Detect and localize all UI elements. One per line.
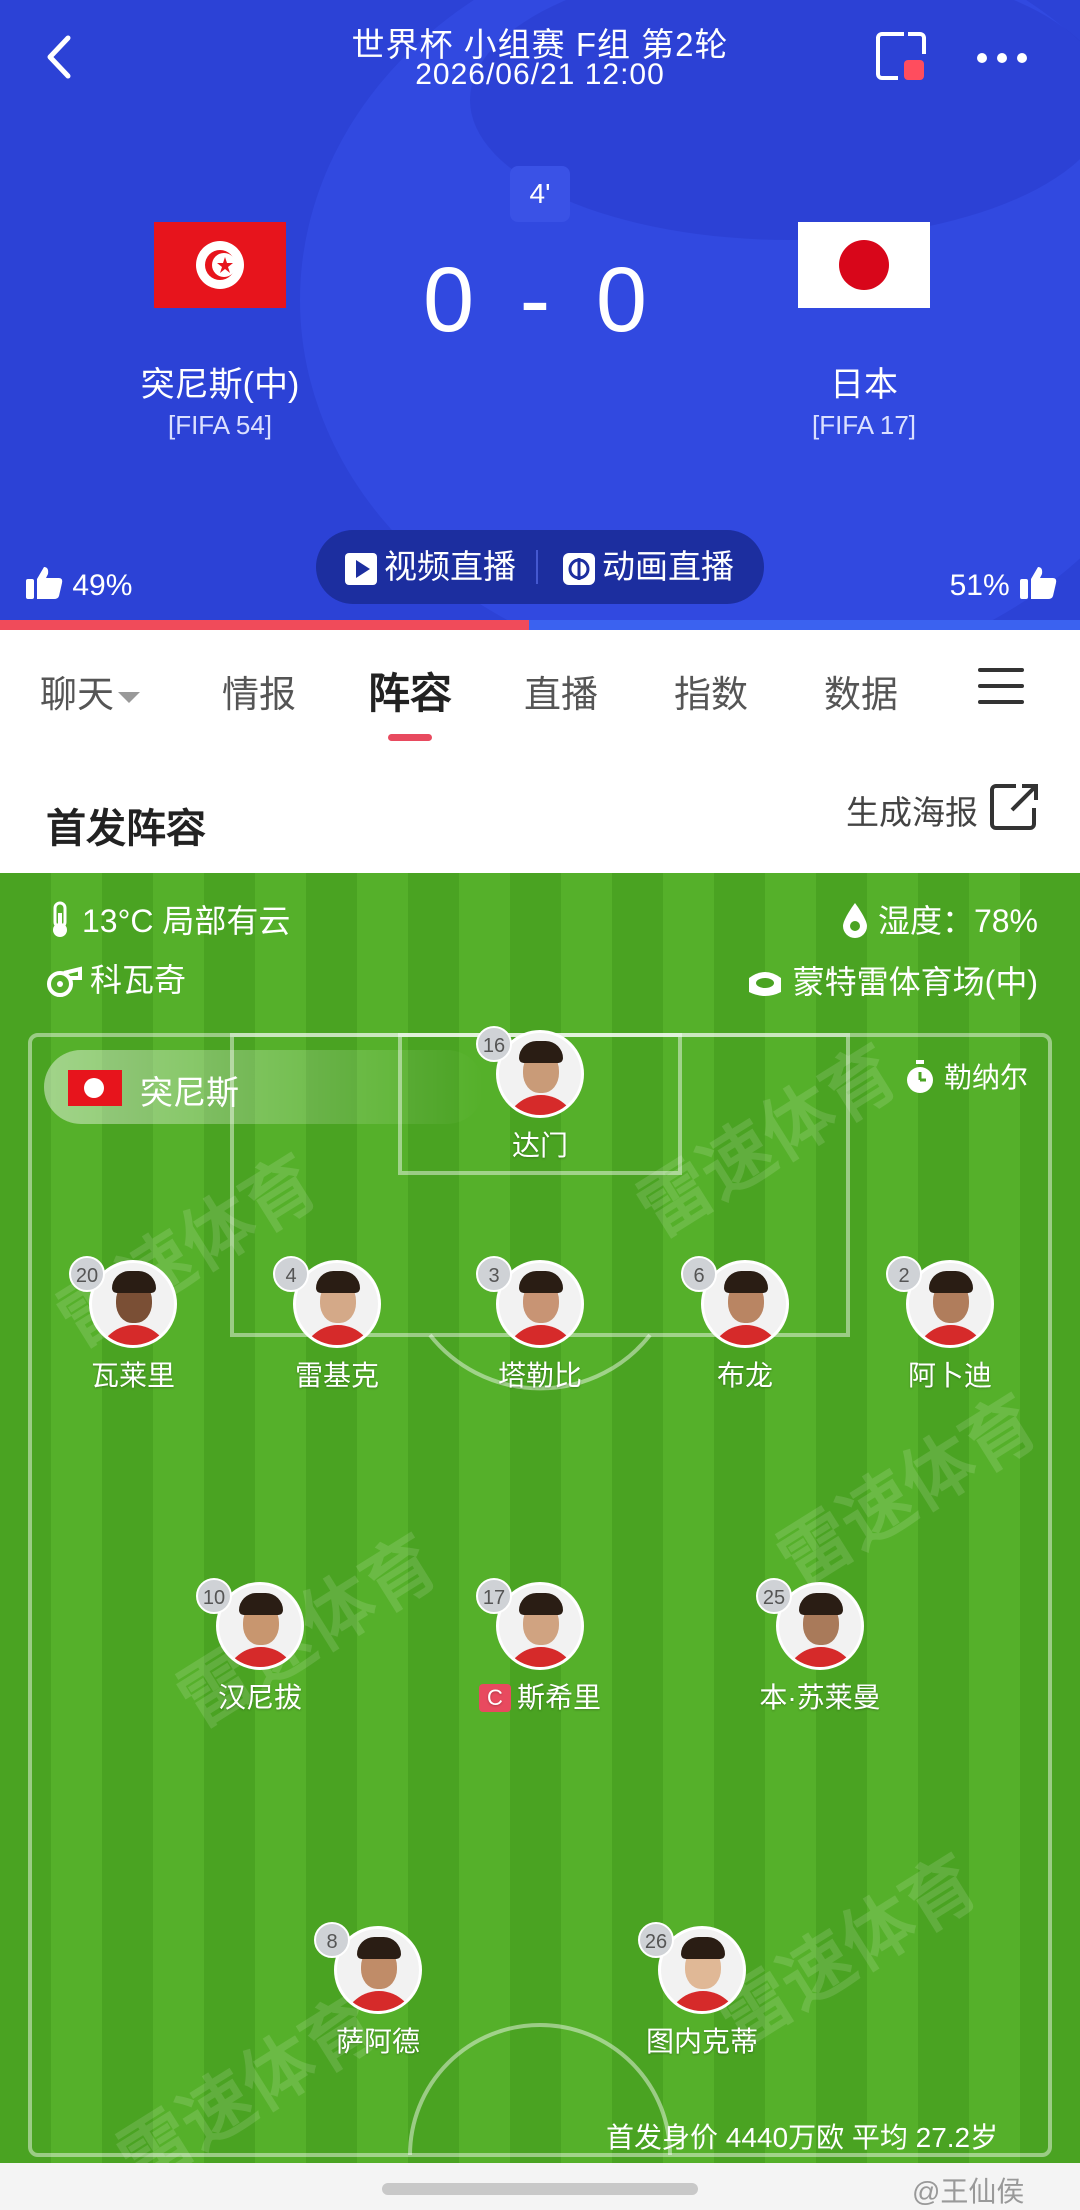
player-name: 汉尼拔 xyxy=(217,1682,302,1713)
player-name: 布龙 xyxy=(716,1360,773,1391)
tab-intel[interactable]: 情报 xyxy=(222,664,296,718)
match-minute: 4' xyxy=(510,166,570,222)
play-icon xyxy=(345,553,377,586)
player-card[interactable]: 10 汉尼拔 xyxy=(160,1578,360,1713)
player-number: 2 xyxy=(886,1256,922,1292)
tab-lineup[interactable]: 阵容 xyxy=(368,660,452,721)
player-name-text: 斯希里 xyxy=(516,1682,601,1713)
stadium-icon xyxy=(748,972,781,996)
away-team-rank: [FIFA 17] xyxy=(811,410,917,440)
away-team-name[interactable]: 日本 xyxy=(714,357,1014,406)
tab-chat[interactable]: 聊天 xyxy=(40,664,140,718)
player-card[interactable]: 16 达门 xyxy=(440,1026,640,1161)
video-live-label: 视频直播 xyxy=(384,548,516,585)
player-number: 4 xyxy=(273,1256,309,1292)
home-vote-percent: 49% xyxy=(72,569,133,602)
generate-poster-button[interactable]: 生成海报 xyxy=(846,786,978,834)
home-vote-bar xyxy=(0,620,530,630)
player-name: 雷基克 xyxy=(294,1360,379,1391)
menu-icon[interactable] xyxy=(978,666,1024,706)
player-number: 26 xyxy=(638,1922,674,1958)
player-card[interactable]: 25 本·苏莱曼 xyxy=(720,1578,920,1713)
venue: 蒙特雷体育场(中) xyxy=(745,957,1038,1003)
video-live-button[interactable]: 视频直播 xyxy=(344,530,516,604)
team-chip-name: 突尼斯 xyxy=(140,1074,239,1111)
player-name: 塔勒比 xyxy=(497,1360,582,1391)
humidity: 湿度：78% xyxy=(840,896,1038,942)
player-name: 本·苏莱曼 xyxy=(759,1682,881,1713)
active-tab-indicator xyxy=(388,734,432,741)
screen-record-icon[interactable] xyxy=(874,30,928,84)
match-header: 世界杯 小组赛 F组 第2轮 2026/06/21 12:00 4' 0 - 0… xyxy=(0,0,1080,620)
weibo-watermark: @王仙侯 xyxy=(912,2176,1025,2207)
home-indicator[interactable] xyxy=(382,2183,698,2195)
more-icon[interactable] xyxy=(976,52,1028,64)
water-drop-icon xyxy=(842,903,867,938)
referee: 科瓦奇 xyxy=(46,955,186,1001)
team-flag xyxy=(68,1070,122,1106)
player-number: 3 xyxy=(476,1256,512,1292)
temperature: 13°C 局部有云 xyxy=(46,896,290,942)
player-card[interactable]: 8 萨阿德 xyxy=(278,1922,478,2057)
temperature-text: 13°C 局部有云 xyxy=(82,903,291,939)
home-team-name[interactable]: 突尼斯(中) xyxy=(70,357,370,406)
score: 0 - 0 xyxy=(422,249,658,351)
thermometer-icon xyxy=(53,901,67,937)
tab-label: 聊天 xyxy=(40,674,114,715)
tab-bar: 聊天 情报 阵容 直播 指数 数据 xyxy=(0,630,1080,746)
whistle-icon xyxy=(47,966,82,997)
live-options: 视频直播 动画直播 xyxy=(316,530,764,604)
divider xyxy=(536,550,538,584)
referee-name: 科瓦奇 xyxy=(90,962,187,998)
lineup-summary: 首发身价 4440万欧 平均 27.2岁 xyxy=(606,2122,999,2153)
home-team-rank: [FIFA 54] xyxy=(167,410,273,440)
venue-name: 蒙特雷体育场(中) xyxy=(792,964,1038,1000)
player-name: 达门 xyxy=(511,1130,568,1161)
player-number: 17 xyxy=(476,1578,512,1614)
player-number: 20 xyxy=(69,1256,105,1292)
player-name: 瓦莱里 xyxy=(90,1360,175,1391)
section-title: 首发阵容 xyxy=(46,807,206,851)
player-number: 25 xyxy=(756,1578,792,1614)
away-vote[interactable]: 51% xyxy=(950,565,1058,603)
captain-badge: C xyxy=(478,1684,511,1712)
tab-odds[interactable]: 指数 xyxy=(674,664,748,718)
player-card[interactable]: 4 雷基克 xyxy=(237,1256,437,1391)
player-name: 图内克蒂 xyxy=(645,2026,758,2057)
player-number: 16 xyxy=(476,1026,512,1062)
thumbs-up-icon xyxy=(1020,567,1057,599)
vote-ratio-bar xyxy=(0,620,1080,630)
team-chip: 突尼斯 xyxy=(44,1050,484,1124)
player-card[interactable]: 3 塔勒比 xyxy=(440,1256,640,1391)
player-card[interactable]: 20 瓦莱里 xyxy=(33,1256,233,1391)
tab-live[interactable]: 直播 xyxy=(524,664,598,718)
player-number: 6 xyxy=(681,1256,717,1292)
player-card[interactable]: 17 C 斯希里 xyxy=(440,1578,640,1713)
chevron-down-icon xyxy=(118,691,140,703)
animation-live-button[interactable]: 动画直播 xyxy=(562,530,734,604)
player-card[interactable]: 6 布龙 xyxy=(645,1256,845,1391)
player-number: 8 xyxy=(314,1922,350,1958)
thumbs-up-icon xyxy=(26,567,63,599)
player-number: 10 xyxy=(196,1578,232,1614)
coach-name: 勒纳尔 xyxy=(944,1062,1029,1093)
animation-icon xyxy=(563,553,595,586)
player-card[interactable]: 2 阿卜迪 xyxy=(850,1256,1050,1391)
player-name: C 斯希里 xyxy=(440,1676,640,1716)
away-vote-percent: 51% xyxy=(949,569,1010,602)
player-name: 阿卜迪 xyxy=(907,1360,992,1391)
tab-stats[interactable]: 数据 xyxy=(824,664,898,718)
player-name: 萨阿德 xyxy=(335,2026,420,2057)
home-vote[interactable]: 49% xyxy=(24,565,132,603)
share-icon[interactable] xyxy=(988,782,1040,832)
humidity-text: 湿度：78% xyxy=(877,903,1038,939)
player-card[interactable]: 26 图内克蒂 xyxy=(602,1922,802,2057)
stopwatch-icon xyxy=(907,1060,933,1093)
animation-live-label: 动画直播 xyxy=(602,548,734,585)
coach[interactable]: 勒纳尔 xyxy=(904,1056,1028,1096)
